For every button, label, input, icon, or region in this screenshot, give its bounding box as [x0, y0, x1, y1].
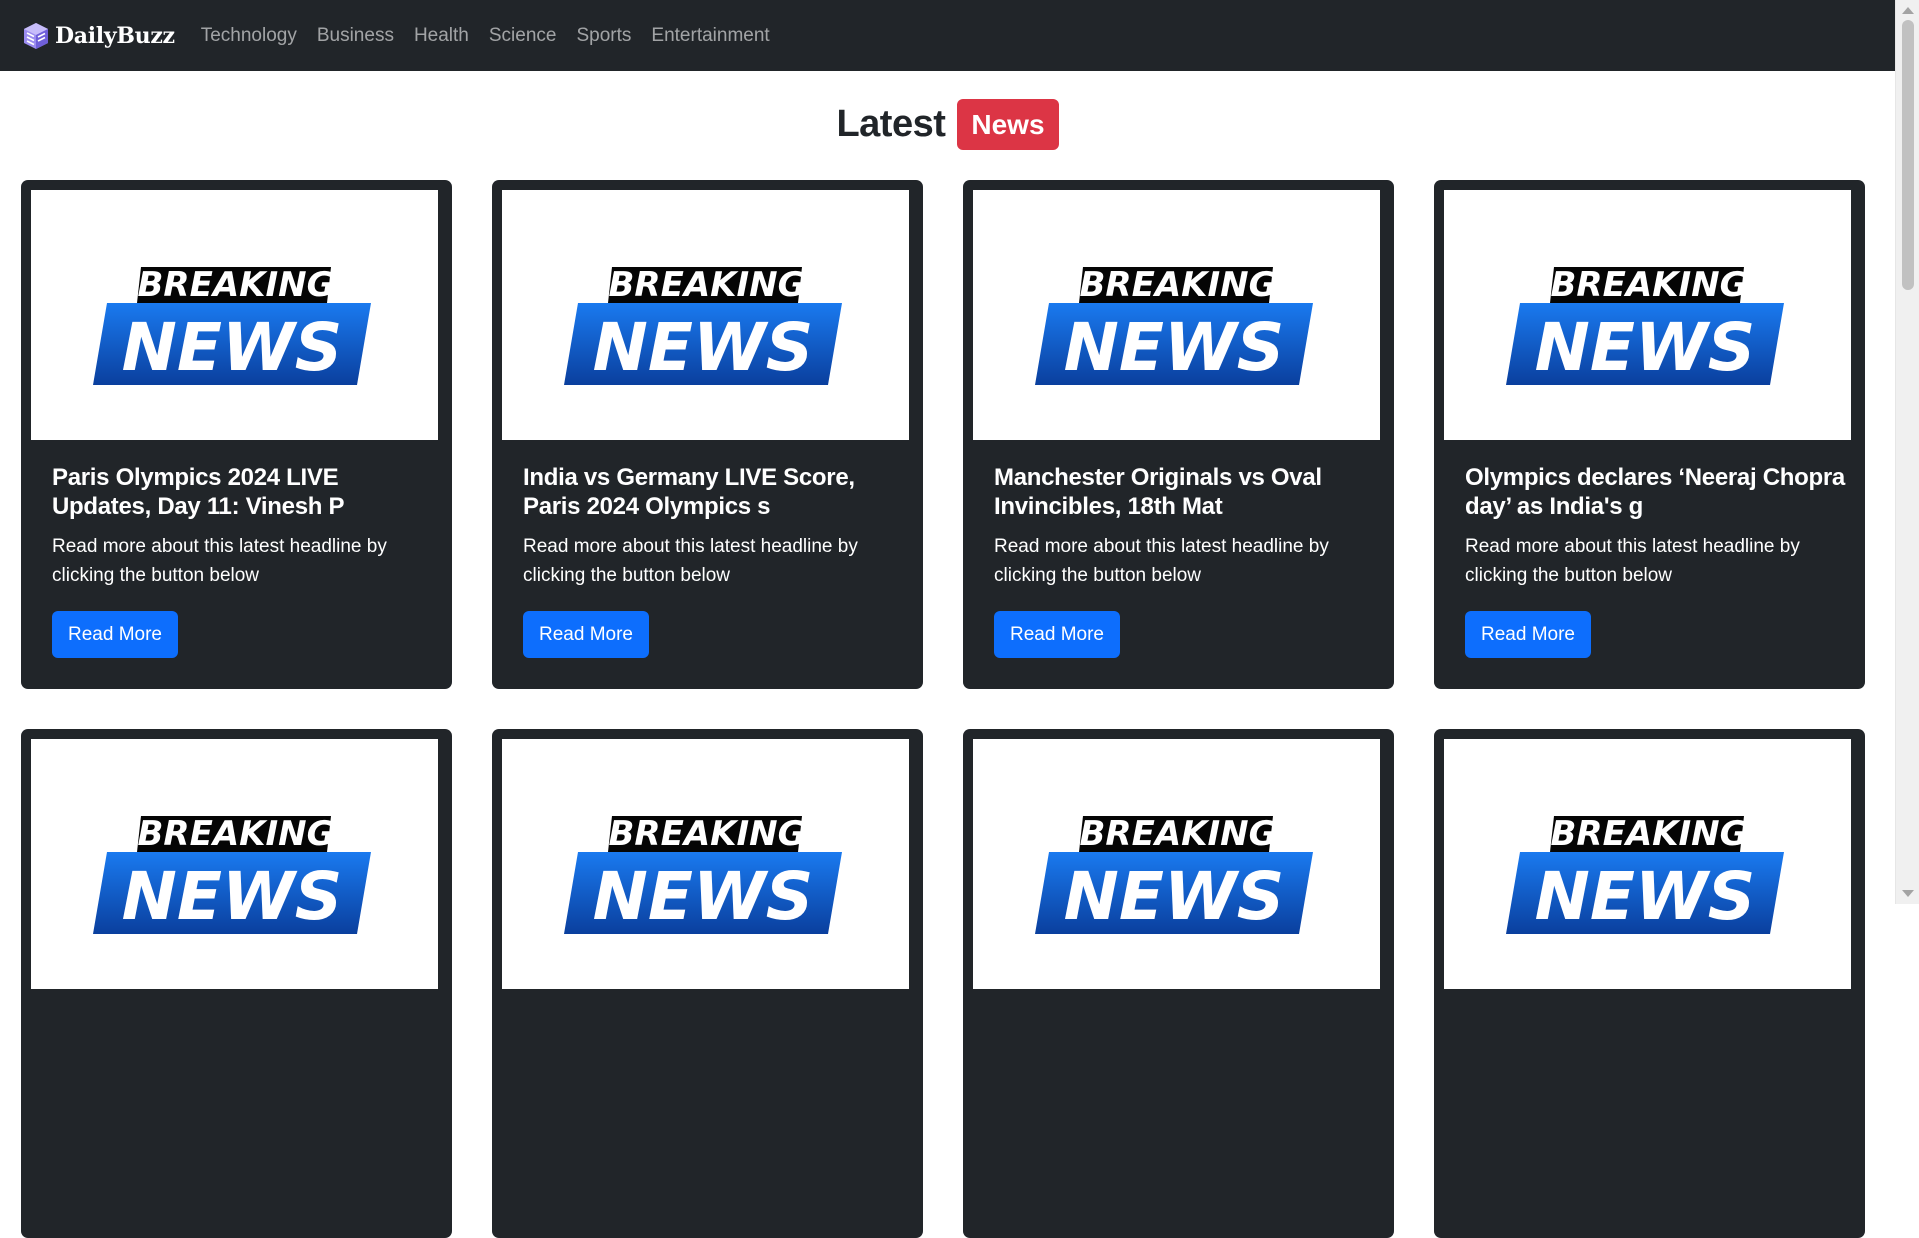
news-card: BREAKING NEWS Olympics declares ‘Neeraj … [1434, 180, 1865, 689]
read-more-button[interactable]: Read More [1465, 611, 1591, 658]
card-title: Paris Olympics 2024 LIVE Updates, Day 11… [52, 464, 345, 520]
breaking-text: BREAKING [137, 814, 334, 854]
news-text: NEWS [121, 309, 342, 385]
breaking-news-graphic: BREAKING NEWS [1505, 814, 1784, 934]
vertical-scrollbar[interactable] [1895, 0, 1919, 904]
breaking-news-image: BREAKING NEWS [973, 739, 1380, 989]
breaking-news-graphic: BREAKING NEWS [1034, 265, 1313, 385]
breaking-news-graphic: BREAKING NEWS [92, 265, 371, 385]
page-heading: Latest News [0, 99, 1895, 150]
news-text: NEWS [1063, 858, 1284, 934]
breaking-news-graphic: BREAKING NEWS [1505, 265, 1784, 385]
nav-link-sports[interactable]: Sports [576, 25, 631, 47]
news-text: NEWS [1063, 309, 1284, 385]
read-more-button[interactable]: Read More [994, 611, 1120, 658]
newspaper-logo-icon [24, 22, 48, 49]
breaking-news-image: BREAKING NEWS [502, 739, 909, 989]
card-body [1465, 1012, 1845, 1023]
breaking-news-image: BREAKING NEWS [973, 190, 1380, 440]
breaking-text: BREAKING [1550, 265, 1747, 305]
card-description: Read more about this latest headline by … [1465, 536, 1800, 586]
breaking-news-graphic: BREAKING NEWS [563, 814, 842, 934]
scroll-down-arrow-icon[interactable] [1902, 890, 1914, 897]
card-body: India vs Germany LIVE Score, Paris 2024 … [523, 463, 903, 590]
card-body [523, 1012, 903, 1023]
card-description: Read more about this latest headline by … [52, 536, 387, 586]
card-title: Manchester Originals vs Oval Invincibles… [994, 464, 1322, 520]
nav-link-business[interactable]: Business [317, 25, 394, 47]
breaking-text: BREAKING [1079, 265, 1276, 305]
brand-name: DailyBuzz [55, 22, 175, 49]
breaking-text: BREAKING [1550, 814, 1747, 854]
card-body [994, 1012, 1374, 1023]
breaking-text: BREAKING [608, 814, 805, 854]
read-more-button[interactable]: Read More [52, 611, 178, 658]
card-title: Olympics declares ‘Neeraj Chopra day’ as… [1465, 464, 1845, 520]
news-text: NEWS [592, 309, 813, 385]
news-card: BREAKING NEWS [963, 729, 1394, 1238]
breaking-news-image: BREAKING NEWS [31, 190, 438, 440]
breaking-news-graphic: BREAKING NEWS [1034, 814, 1313, 934]
news-card: BREAKING NEWS [492, 729, 923, 1238]
breaking-news-image: BREAKING NEWS [1444, 190, 1851, 440]
breaking-news-image: BREAKING NEWS [31, 739, 438, 989]
scrollbar-thumb[interactable] [1902, 20, 1914, 290]
news-text: NEWS [592, 858, 813, 934]
breaking-news-graphic: BREAKING NEWS [92, 814, 371, 934]
news-card: BREAKING NEWS India vs Germany LIVE Scor… [492, 180, 923, 689]
news-text: NEWS [1534, 309, 1755, 385]
nav-link-entertainment[interactable]: Entertainment [651, 25, 769, 47]
news-card: BREAKING NEWS Manchester Originals vs Ov… [963, 180, 1394, 689]
card-title: India vs Germany LIVE Score, Paris 2024 … [523, 464, 855, 520]
page-title: Latest [836, 103, 946, 145]
nav-link-technology[interactable]: Technology [201, 25, 297, 47]
breaking-news-image: BREAKING NEWS [1444, 739, 1851, 989]
breaking-news-image: BREAKING NEWS [502, 190, 909, 440]
breaking-text: BREAKING [137, 265, 334, 305]
news-text: NEWS [121, 858, 342, 934]
news-badge: News [957, 99, 1059, 150]
news-text: NEWS [1534, 858, 1755, 934]
navbar: DailyBuzz Technology Business Health Sci… [0, 0, 1895, 71]
breaking-news-graphic: BREAKING NEWS [563, 265, 842, 385]
card-body: Olympics declares ‘Neeraj Chopra day’ as… [1465, 463, 1845, 590]
breaking-text: BREAKING [1079, 814, 1276, 854]
news-card: BREAKING NEWS [1434, 729, 1865, 1238]
breaking-text: BREAKING [608, 265, 805, 305]
read-more-button[interactable]: Read More [523, 611, 649, 658]
card-description: Read more about this latest headline by … [523, 536, 858, 586]
nav-link-health[interactable]: Health [414, 25, 469, 47]
news-card: BREAKING NEWS Paris Olympics 2024 LIVE U… [21, 180, 452, 689]
nav-link-science[interactable]: Science [489, 25, 557, 47]
news-card: BREAKING NEWS [21, 729, 452, 1238]
card-body: Manchester Originals vs Oval Invincibles… [994, 463, 1374, 590]
scroll-up-arrow-icon[interactable] [1902, 7, 1914, 14]
card-description: Read more about this latest headline by … [994, 536, 1329, 586]
brand[interactable]: DailyBuzz [21, 21, 175, 51]
card-body: Paris Olympics 2024 LIVE Updates, Day 11… [52, 463, 432, 590]
card-body [52, 1012, 432, 1023]
news-grid: BREAKING NEWS Paris Olympics 2024 LIVE U… [21, 180, 1866, 1238]
